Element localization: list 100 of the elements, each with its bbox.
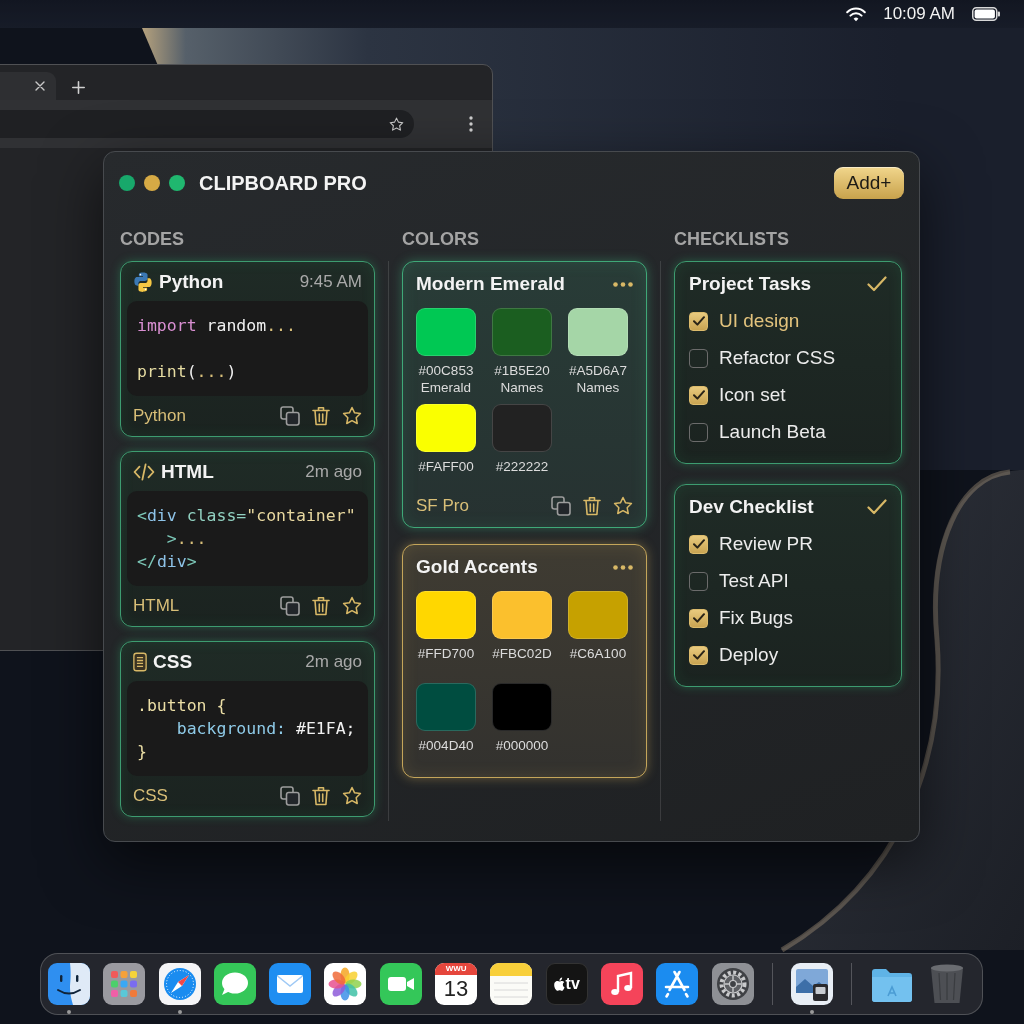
star-icon[interactable] [613,496,633,516]
task-label: Test API [719,570,789,592]
trash-icon[interactable] [582,496,602,516]
checkbox[interactable] [689,645,708,665]
star-icon[interactable] [342,786,362,806]
color-name: Names [576,379,620,396]
star-icon[interactable] [342,596,362,616]
task-label: Review PR [719,533,813,555]
section-heading: COLORS [402,228,480,250]
copy-icon[interactable] [280,596,300,616]
snippet-title: HTML [161,460,214,484]
task-label: Icon set [719,384,786,406]
section-heading: CHECKLISTS [674,228,790,250]
tv-icon[interactable]: tv [545,963,588,1005]
hex-code: #FAFF00 [418,458,474,475]
document-lines-icon [133,652,147,672]
hex-code: #1B5E20 [494,362,550,379]
smiling-face-icon[interactable] [48,963,90,1005]
palette-title: Modern Emerald [416,272,565,296]
star-icon[interactable] [342,406,362,426]
notepad-icon[interactable] [490,963,533,1005]
task-label: Fix Bugs [719,607,793,629]
section-heading: CODES [120,228,185,250]
plus-icon[interactable] [72,81,85,94]
check-icon [692,613,705,623]
calendar-icon[interactable]: WWU 13 [435,963,478,1005]
checkbox[interactable] [689,385,708,405]
task-label: Refactor CSS [719,347,836,369]
checklist-title: Project Tasks [689,272,812,296]
hex-code: #000000 [495,737,549,754]
copy-icon[interactable] [280,786,300,806]
code-snippet: <div class="container" >... </div> [127,491,368,586]
app-grid-icon[interactable] [103,963,146,1005]
checkbox[interactable] [689,348,708,368]
envelope-icon[interactable] [269,963,312,1005]
video-camera-icon[interactable] [379,963,422,1005]
flower-icon[interactable] [324,963,367,1005]
font-label: SF Pro [416,496,469,516]
speech-bubble-icon[interactable] [213,963,256,1005]
check-icon [867,276,887,292]
copy-icon[interactable] [551,496,571,516]
close-button[interactable] [119,175,135,191]
gear-icon[interactable] [711,963,754,1005]
code-brackets-icon [133,463,155,481]
snippet-title: Python [159,270,224,294]
checkbox[interactable] [689,311,708,331]
snippet-title: CSS [153,650,193,674]
wifi-icon[interactable] [846,6,867,22]
language-label: Python [133,406,186,426]
timestamp: 2m ago [305,462,362,482]
task-label: Launch Beta [719,421,826,443]
language-label: CSS [133,786,168,806]
hex-code: #00C853 [418,362,474,379]
more-icon[interactable] [469,116,473,132]
photo-stack-icon[interactable] [791,963,834,1005]
more-icon[interactable] [613,281,633,287]
check-icon [692,390,705,400]
hex-code: #FBC02D [492,645,552,662]
address-field[interactable] [0,110,414,138]
trash-icon[interactable] [311,406,331,426]
code-snippet: .button { background: #E1FA; } [127,681,368,776]
star-icon[interactable] [389,116,404,132]
color-name: Emerald [420,379,472,396]
compass-icon[interactable] [158,963,201,1005]
hex-code: #C6A100 [569,645,627,662]
zoom-button[interactable] [169,175,185,191]
task-label: Deploy [719,644,779,666]
minimize-button[interactable] [144,175,160,191]
timestamp: 9:45 AM [299,272,362,292]
app-title: CLIPBOARD PRO [199,171,367,195]
apple-icon [553,977,565,991]
hex-code: #004D40 [418,737,474,754]
check-icon [867,499,887,515]
hex-code: #FFD700 [417,645,475,662]
timestamp: 2m ago [305,652,362,672]
trash-icon[interactable] [311,596,331,616]
palette-title: Gold Accents [416,555,538,579]
color-name: Names [500,379,544,396]
code-snippet: import random... print(...) [127,301,368,396]
python-logo-icon [133,272,153,292]
close-icon[interactable] [35,81,45,91]
add-button[interactable]: Add+ [834,167,904,199]
letter-a-icon[interactable] [656,963,699,1005]
clock: 10:09 AM [883,4,955,24]
checkbox[interactable] [689,571,708,591]
task-label: UI design [719,310,800,332]
music-note-icon[interactable] [600,963,643,1005]
copy-icon[interactable] [280,406,300,426]
battery-icon[interactable] [972,7,1000,21]
more-icon[interactable] [613,564,633,570]
checkbox[interactable] [689,422,708,442]
checkbox[interactable] [689,608,708,628]
language-label: HTML [133,596,180,616]
checkbox[interactable] [689,534,708,554]
checklist-title: Dev Checklist [689,495,814,519]
check-icon [692,316,705,326]
trash-icon[interactable] [311,786,331,806]
hex-code: #222222 [495,458,549,475]
check-icon [692,650,705,660]
check-icon [692,539,705,549]
